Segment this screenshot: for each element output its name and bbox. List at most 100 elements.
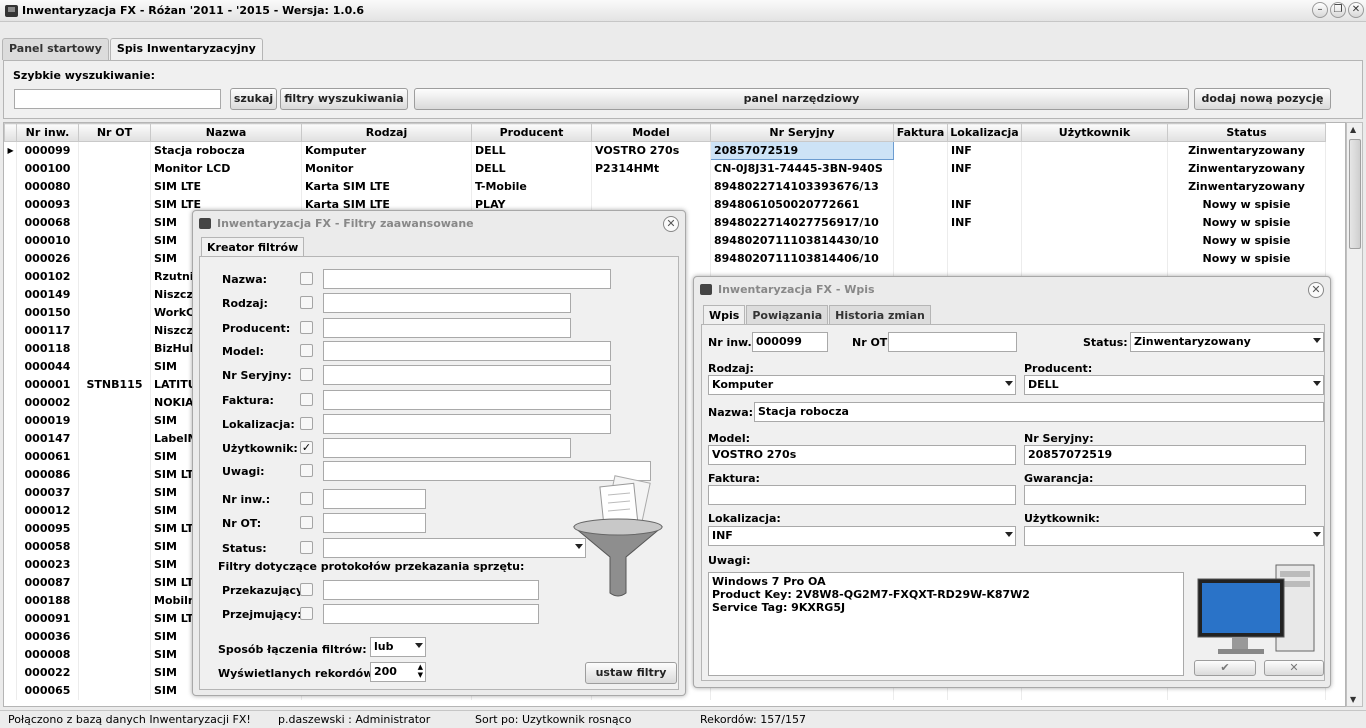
- table-cell[interactable]: 000065: [16, 681, 79, 700]
- filter-input[interactable]: [323, 365, 611, 385]
- table-cell[interactable]: [78, 303, 151, 322]
- table-cell[interactable]: [1021, 195, 1168, 214]
- close-button[interactable]: ✕: [1348, 2, 1364, 18]
- table-cell[interactable]: [78, 339, 151, 358]
- search-input[interactable]: [14, 89, 221, 109]
- table-cell[interactable]: [78, 681, 151, 700]
- filter-input[interactable]: [323, 513, 426, 533]
- filter-checkbox[interactable]: [300, 417, 313, 430]
- confirm-button[interactable]: ✔: [1194, 660, 1256, 676]
- table-cell[interactable]: 000093: [16, 195, 79, 214]
- tab-spis-inwentaryzacyjny[interactable]: Spis Inwentaryzacyjny: [109, 38, 263, 60]
- table-cell[interactable]: [893, 213, 948, 232]
- table-cell[interactable]: 000012: [16, 501, 79, 520]
- column-header[interactable]: Status: [1167, 123, 1326, 142]
- table-cell[interactable]: Zinwentaryzowany: [1167, 177, 1326, 196]
- table-cell[interactable]: 000037: [16, 483, 79, 502]
- table-cell[interactable]: 000095: [16, 519, 79, 538]
- filter-input[interactable]: [323, 414, 611, 434]
- table-cell[interactable]: 000044: [16, 357, 79, 376]
- lokalizacja-select[interactable]: INF: [708, 526, 1016, 546]
- table-cell[interactable]: [78, 195, 151, 214]
- table-cell[interactable]: [78, 159, 151, 178]
- table-cell[interactable]: [78, 555, 151, 574]
- maximize-button[interactable]: ❐: [1330, 2, 1346, 18]
- column-header[interactable]: Nr inw.: [16, 123, 79, 142]
- table-cell[interactable]: [1021, 141, 1168, 160]
- table-cell[interactable]: [893, 177, 948, 196]
- table-cell[interactable]: 000008: [16, 645, 79, 664]
- table-cell[interactable]: INF: [947, 195, 1022, 214]
- table-cell[interactable]: Zinwentaryzowany: [1167, 159, 1326, 178]
- table-cell[interactable]: [78, 141, 151, 160]
- table-cell[interactable]: [78, 321, 151, 340]
- producent-select[interactable]: DELL: [1024, 375, 1324, 395]
- minimize-button[interactable]: –: [1312, 2, 1328, 18]
- table-cell[interactable]: 000086: [16, 465, 79, 484]
- join-select[interactable]: lub: [370, 637, 426, 657]
- cancel-button[interactable]: ✕: [1264, 660, 1324, 676]
- table-cell[interactable]: Nowy w spisie: [1167, 231, 1326, 250]
- column-header[interactable]: Faktura: [893, 123, 948, 142]
- nazwa-field[interactable]: Stacja robocza: [754, 402, 1324, 422]
- uwagi-textarea[interactable]: Windows 7 Pro OA Product Key: 2V8W8-QG2M…: [708, 572, 1184, 676]
- table-cell[interactable]: INF: [947, 141, 1022, 160]
- filter-checkbox[interactable]: [300, 368, 313, 381]
- table-cell[interactable]: [1021, 249, 1168, 268]
- table-row[interactable]: 000100 Monitor LCD Monitor DELL P2314HMt CN-0…: [4, 159, 1326, 178]
- table-cell[interactable]: Monitor LCD: [150, 159, 302, 178]
- tab-wpis[interactable]: Wpis: [703, 305, 746, 324]
- table-cell[interactable]: 000036: [16, 627, 79, 646]
- filter-checkbox[interactable]: [300, 296, 313, 309]
- status-select[interactable]: Zinwentaryzowany: [1130, 332, 1324, 352]
- model-field[interactable]: VOSTRO 270s: [708, 445, 1016, 465]
- table-cell[interactable]: [78, 573, 151, 592]
- table-cell[interactable]: 000022: [16, 663, 79, 682]
- table-cell[interactable]: Nowy w spisie: [1167, 249, 1326, 268]
- filter-checkbox[interactable]: [300, 321, 313, 334]
- table-cell[interactable]: [1021, 177, 1168, 196]
- table-cell[interactable]: DELL: [471, 159, 592, 178]
- filter-checkbox[interactable]: [300, 464, 313, 477]
- tools-panel-button[interactable]: panel narzędziowy: [414, 88, 1189, 110]
- table-cell[interactable]: 000118: [16, 339, 79, 358]
- tab-powiazania[interactable]: Powiązania: [746, 305, 829, 324]
- table-cell[interactable]: [947, 249, 1022, 268]
- table-cell[interactable]: DELL: [471, 141, 592, 160]
- column-header[interactable]: Nazwa: [150, 123, 302, 142]
- table-cell[interactable]: [78, 429, 151, 448]
- filter-input[interactable]: [323, 489, 426, 509]
- table-cell[interactable]: 000061: [16, 447, 79, 466]
- table-cell[interactable]: 20857072519: [710, 141, 894, 160]
- table-cell[interactable]: 000117: [16, 321, 79, 340]
- uzytkownik-select[interactable]: [1024, 526, 1324, 546]
- table-cell[interactable]: [78, 447, 151, 466]
- table-cell[interactable]: [78, 519, 151, 538]
- table-cell[interactable]: 000147: [16, 429, 79, 448]
- table-cell[interactable]: [78, 357, 151, 376]
- filter-input[interactable]: [323, 293, 571, 313]
- table-cell[interactable]: [78, 213, 151, 232]
- table-cell[interactable]: [78, 591, 151, 610]
- scroll-thumb[interactable]: [1349, 139, 1361, 249]
- filters-close-icon[interactable]: ✕: [663, 216, 679, 232]
- table-cell[interactable]: Nowy w spisie: [1167, 195, 1326, 214]
- table-cell[interactable]: [78, 483, 151, 502]
- protocol-checkbox[interactable]: [300, 607, 313, 620]
- grid-scrollbar[interactable]: ▲ ▼: [1346, 122, 1363, 707]
- table-cell[interactable]: [78, 177, 151, 196]
- rodzaj-select[interactable]: Komputer: [708, 375, 1016, 395]
- table-cell[interactable]: Nowy w spisie: [1167, 213, 1326, 232]
- protocol-input[interactable]: [323, 580, 539, 600]
- table-cell[interactable]: [78, 465, 151, 484]
- table-cell[interactable]: 000058: [16, 537, 79, 556]
- column-header[interactable]: Producent: [471, 123, 592, 142]
- table-cell[interactable]: 000068: [16, 213, 79, 232]
- table-cell[interactable]: INF: [947, 213, 1022, 232]
- table-cell[interactable]: [947, 177, 1022, 196]
- column-header[interactable]: Użytkownik: [1021, 123, 1168, 142]
- filter-input[interactable]: [323, 269, 611, 289]
- apply-filters-button[interactable]: ustaw filtry: [585, 662, 677, 684]
- column-header[interactable]: Lokalizacja: [947, 123, 1022, 142]
- column-header[interactable]: Nr OT: [78, 123, 151, 142]
